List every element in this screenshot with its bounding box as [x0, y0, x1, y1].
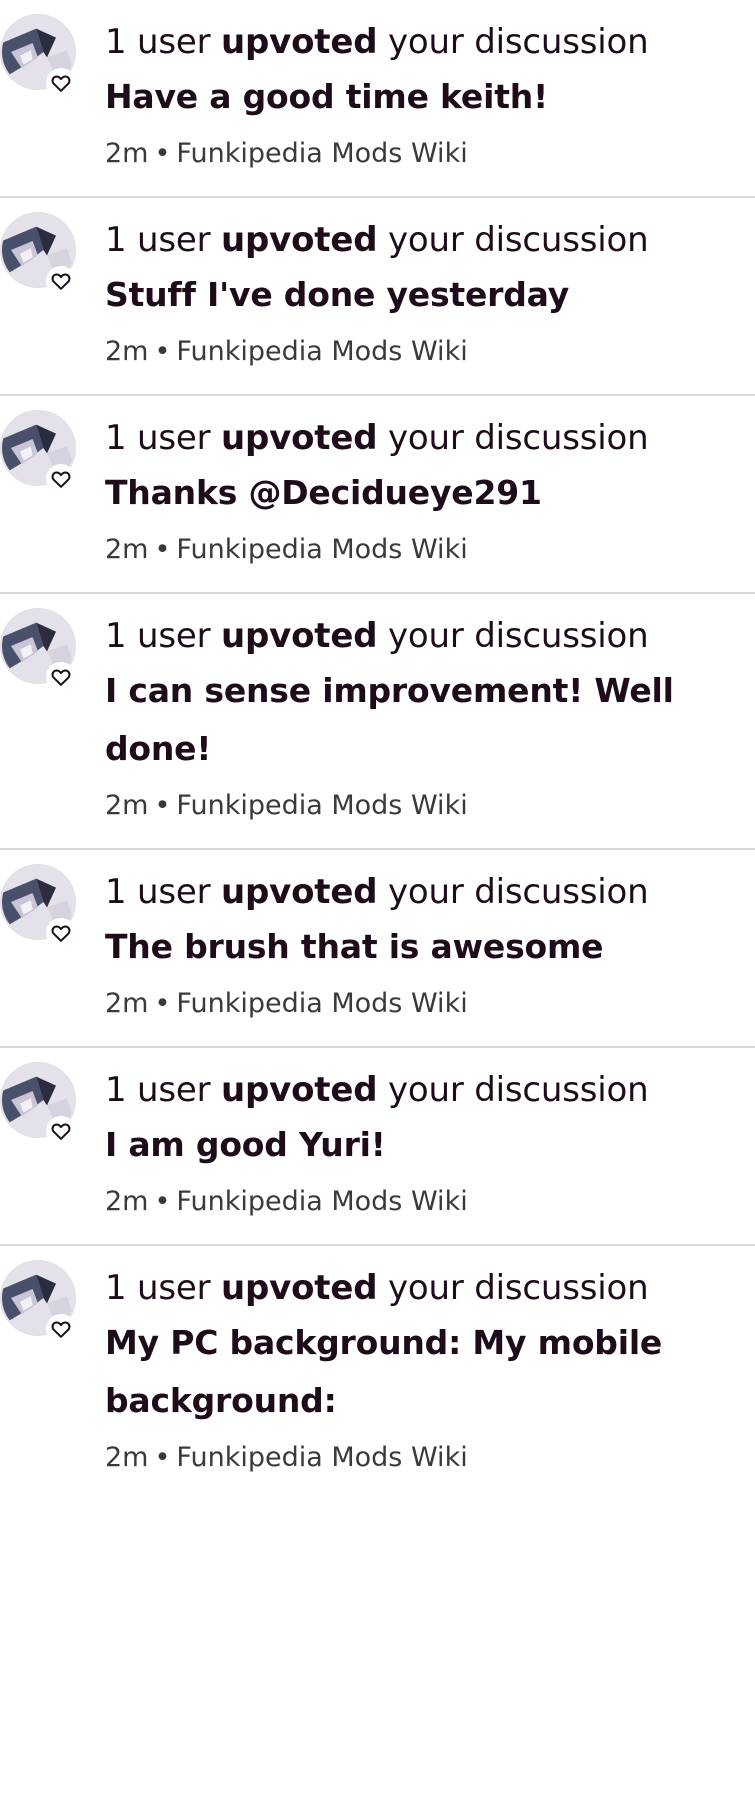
- timestamp: 2m: [105, 1186, 149, 1217]
- notification-item[interactable]: 1 user upvoted your discussion The brush…: [0, 850, 755, 1048]
- separator-dot: •: [154, 1442, 171, 1473]
- separator-dot: •: [154, 790, 171, 821]
- separator-dot: •: [154, 336, 171, 367]
- timestamp: 2m: [105, 790, 149, 821]
- separator-dot: •: [154, 988, 171, 1019]
- action-target: your discussion: [387, 220, 649, 260]
- action-verb: upvoted: [221, 22, 378, 62]
- wiki-name: Funkipedia Mods Wiki: [176, 1186, 468, 1217]
- notification-action: 1 user upvoted your discussion: [105, 872, 755, 912]
- timestamp: 2m: [105, 1442, 149, 1473]
- timestamp: 2m: [105, 534, 149, 565]
- action-target: your discussion: [387, 872, 649, 912]
- heart-icon: [46, 1314, 76, 1344]
- timestamp: 2m: [105, 988, 149, 1019]
- discussion-title: Have a good time keith!: [105, 77, 548, 116]
- action-target: your discussion: [387, 616, 649, 656]
- notification-meta: 2m • Funkipedia Mods Wiki: [105, 1438, 755, 1478]
- upvote-count: 1 user: [105, 872, 211, 912]
- action-verb: upvoted: [221, 1268, 378, 1308]
- wiki-name: Funkipedia Mods Wiki: [176, 988, 468, 1019]
- notification-action: 1 user upvoted your discussion: [105, 1268, 755, 1308]
- upvote-count: 1 user: [105, 1268, 211, 1308]
- timestamp: 2m: [105, 336, 149, 367]
- separator-dot: •: [154, 138, 171, 169]
- notification-item[interactable]: 1 user upvoted your discussion Stuff I'v…: [0, 198, 755, 396]
- action-verb: upvoted: [221, 220, 378, 260]
- wiki-name: Funkipedia Mods Wiki: [176, 138, 468, 169]
- notification-meta: 2m • Funkipedia Mods Wiki: [105, 530, 755, 570]
- action-target: your discussion: [387, 22, 649, 62]
- notification-action: 1 user upvoted your discussion: [105, 616, 755, 656]
- notification-meta: 2m • Funkipedia Mods Wiki: [105, 134, 755, 174]
- avatar: [0, 864, 80, 948]
- avatar: [0, 14, 80, 98]
- action-verb: upvoted: [221, 616, 378, 656]
- heart-icon: [46, 68, 76, 98]
- action-verb: upvoted: [221, 418, 378, 458]
- action-target: your discussion: [387, 1268, 649, 1308]
- discussion-title: I can sense improvement! Well done!: [105, 671, 674, 768]
- heart-icon: [46, 266, 76, 296]
- notification-action: 1 user upvoted your discussion: [105, 220, 755, 260]
- notification-item[interactable]: 1 user upvoted your discussion I can sen…: [0, 594, 755, 850]
- discussion-title: Thanks @Decidueye291: [105, 473, 542, 512]
- timestamp: 2m: [105, 138, 149, 169]
- wiki-name: Funkipedia Mods Wiki: [176, 1442, 468, 1473]
- avatar: [0, 608, 80, 692]
- upvote-count: 1 user: [105, 616, 211, 656]
- notification-action: 1 user upvoted your discussion: [105, 418, 755, 458]
- avatar: [0, 212, 80, 296]
- avatar: [0, 1062, 80, 1146]
- heart-icon: [46, 464, 76, 494]
- avatar: [0, 1260, 80, 1344]
- heart-icon: [46, 918, 76, 948]
- action-verb: upvoted: [221, 872, 378, 912]
- notification-item[interactable]: 1 user upvoted your discussion I am good…: [0, 1048, 755, 1246]
- notification-action: 1 user upvoted your discussion: [105, 22, 755, 62]
- upvote-count: 1 user: [105, 220, 211, 260]
- action-target: your discussion: [387, 418, 649, 458]
- notification-item[interactable]: 1 user upvoted your discussion My PC bac…: [0, 1246, 755, 1500]
- avatar: [0, 410, 80, 494]
- discussion-title: My PC background: My mobile background:: [105, 1323, 663, 1420]
- notification-meta: 2m • Funkipedia Mods Wiki: [105, 786, 755, 826]
- notification-meta: 2m • Funkipedia Mods Wiki: [105, 332, 755, 372]
- discussion-title: The brush that is awesome: [105, 927, 604, 966]
- upvote-count: 1 user: [105, 22, 211, 62]
- heart-icon: [46, 1116, 76, 1146]
- wiki-name: Funkipedia Mods Wiki: [176, 336, 468, 367]
- action-verb: upvoted: [221, 1070, 378, 1110]
- notification-meta: 2m • Funkipedia Mods Wiki: [105, 1182, 755, 1222]
- separator-dot: •: [154, 534, 171, 565]
- upvote-count: 1 user: [105, 418, 211, 458]
- discussion-title: I am good Yuri!: [105, 1125, 386, 1164]
- action-target: your discussion: [387, 1070, 649, 1110]
- wiki-name: Funkipedia Mods Wiki: [176, 790, 468, 821]
- wiki-name: Funkipedia Mods Wiki: [176, 534, 468, 565]
- heart-icon: [46, 662, 76, 692]
- separator-dot: •: [154, 1186, 171, 1217]
- notification-item[interactable]: 1 user upvoted your discussion Have a go…: [0, 0, 755, 198]
- notification-feed: 1 user upvoted your discussion Have a go…: [0, 0, 755, 1500]
- notification-meta: 2m • Funkipedia Mods Wiki: [105, 984, 755, 1024]
- notification-item[interactable]: 1 user upvoted your discussion Thanks @D…: [0, 396, 755, 594]
- discussion-title: Stuff I've done yesterday: [105, 275, 570, 314]
- upvote-count: 1 user: [105, 1070, 211, 1110]
- notification-action: 1 user upvoted your discussion: [105, 1070, 755, 1110]
